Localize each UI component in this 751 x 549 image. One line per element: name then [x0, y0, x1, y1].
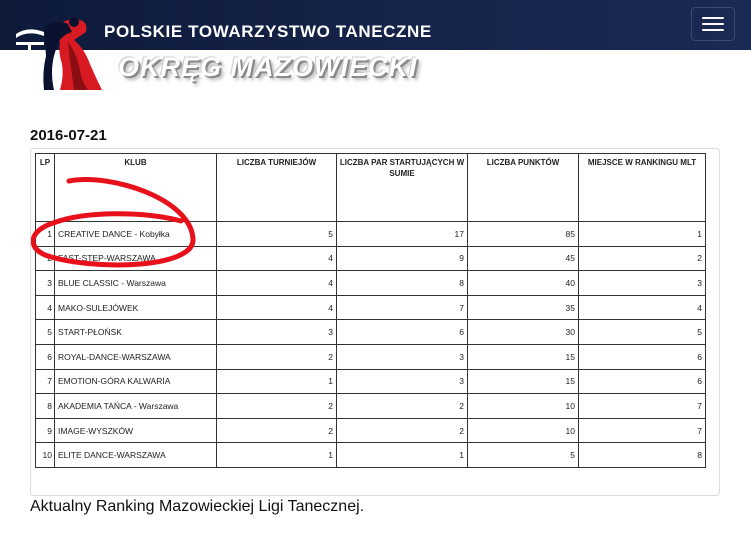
row-place: 6 — [578, 368, 706, 395]
column-header-place: MIEJSCE W RANKINGU MLT — [578, 153, 706, 222]
row-place: 6 — [578, 343, 706, 370]
row-lp: 5 — [35, 319, 55, 345]
row-pairs: 8 — [336, 270, 468, 296]
row-lp: 1 — [35, 221, 55, 247]
row-tournaments: 4 — [216, 270, 337, 296]
row-tournaments: 5 — [216, 221, 337, 247]
row-club: MAKO-SULEJÓWEK — [54, 294, 217, 321]
row-pairs: 3 — [336, 368, 468, 395]
row-pairs: 2 — [336, 393, 468, 419]
row-place: 5 — [578, 319, 706, 345]
row-points: 15 — [467, 343, 579, 370]
table-row: 1 CREATIVE DANCE - Kobyłka 5 17 85 1 — [35, 221, 706, 247]
table-row: 6 ROYAL-DANCE-WARSZAWA 2 3 15 6 — [35, 343, 706, 370]
table-row: 4 MAKO-SULEJÓWEK 4 7 35 4 — [35, 294, 706, 321]
region-name: OKRĘG MAZOWIECKI — [118, 52, 418, 82]
row-lp: 2 — [35, 245, 55, 272]
row-pairs: 1 — [336, 442, 468, 468]
row-points: 35 — [467, 294, 579, 321]
hamburger-icon-line — [702, 29, 724, 31]
table-row: 8 AKADEMIA TAŃCA - Warszawa 2 2 10 7 — [35, 393, 706, 419]
table-row: 7 EMOTION-GÓRA KALWARIA 1 3 15 6 — [35, 368, 706, 395]
row-lp: 8 — [35, 393, 55, 419]
row-club: BLUE CLASSIC - Warszawa — [54, 270, 217, 296]
row-club: START-PŁOŃSK — [54, 319, 217, 345]
column-header-points: LICZBA PUNKTÓW — [467, 153, 579, 222]
menu-toggle-button[interactable] — [691, 7, 735, 41]
row-place: 7 — [578, 393, 706, 419]
row-place: 3 — [578, 270, 706, 296]
row-club: FAST-STEP-WARSZAWA — [54, 245, 217, 272]
row-club: ROYAL-DANCE-WARSZAWA — [54, 343, 217, 370]
row-place: 4 — [578, 294, 706, 321]
row-points: 5 — [467, 442, 579, 468]
column-header-tournaments: LICZBA TURNIEJÓW — [216, 153, 337, 222]
column-header-lp: LP — [35, 153, 55, 222]
row-tournaments: 4 — [216, 294, 337, 321]
table-row: 10 ELITE DANCE-WARSZAWA 1 1 5 8 — [35, 442, 706, 468]
ranking-image: LP KLUB LICZBA TURNIEJÓW LICZBA PAR STAR… — [30, 148, 720, 496]
row-place: 7 — [578, 417, 706, 444]
column-header-club: KLUB — [54, 153, 217, 222]
row-points: 10 — [467, 417, 579, 444]
row-tournaments: 4 — [216, 245, 337, 272]
row-points: 15 — [467, 368, 579, 395]
post-date: 2016-07-21 — [30, 127, 107, 144]
row-tournaments: 1 — [216, 442, 337, 468]
row-pairs: 6 — [336, 319, 468, 345]
row-club: ELITE DANCE-WARSZAWA — [54, 442, 217, 468]
hamburger-icon-line — [702, 23, 724, 25]
table-row: 5 START-PŁOŃSK 3 6 30 5 — [35, 319, 706, 345]
column-header-pairs: LICZBA PAR STARTUJĄCYCH W SUMIE — [336, 153, 468, 222]
row-pairs: 9 — [336, 245, 468, 272]
row-pairs: 17 — [336, 221, 468, 247]
row-lp: 3 — [35, 270, 55, 296]
row-lp: 7 — [35, 368, 55, 395]
row-pairs: 2 — [336, 417, 468, 444]
table-row: 9 IMAGE-WYSZKÓW 2 2 10 7 — [35, 417, 706, 444]
ranking-header-row: LP KLUB LICZBA TURNIEJÓW LICZBA PAR STAR… — [35, 153, 706, 222]
row-points: 30 — [467, 319, 579, 345]
row-points: 85 — [467, 221, 579, 247]
row-lp: 4 — [35, 294, 55, 321]
row-points: 10 — [467, 393, 579, 419]
row-lp: 9 — [35, 417, 55, 444]
org-name: POLSKIE TOWARZYSTWO TANECZNE — [104, 22, 432, 41]
site-logo[interactable]: POLSKIE TOWARZYSTWO TANECZNE OKRĘG MAZOW… — [14, 12, 431, 96]
row-club: IMAGE-WYSZKÓW — [54, 417, 217, 444]
row-club: AKADEMIA TAŃCA - Warszawa — [54, 393, 217, 419]
row-points: 45 — [467, 245, 579, 272]
row-tournaments: 1 — [216, 368, 337, 395]
table-row: 2 FAST-STEP-WARSZAWA 4 9 45 2 — [35, 245, 706, 272]
row-place: 2 — [578, 245, 706, 272]
row-tournaments: 2 — [216, 417, 337, 444]
table-row: 3 BLUE CLASSIC - Warszawa 4 8 40 3 — [35, 270, 706, 296]
row-lp: 10 — [35, 442, 55, 468]
hamburger-icon-line — [702, 17, 724, 19]
dancers-logo-icon — [14, 17, 102, 90]
row-tournaments: 3 — [216, 319, 337, 345]
row-place: 8 — [578, 442, 706, 468]
row-pairs: 3 — [336, 343, 468, 370]
row-place: 1 — [578, 221, 706, 247]
ranking-table: LP KLUB LICZBA TURNIEJÓW LICZBA PAR STAR… — [35, 153, 706, 468]
row-tournaments: 2 — [216, 393, 337, 419]
row-pairs: 7 — [336, 294, 468, 321]
row-club: EMOTION-GÓRA KALWARIA — [54, 368, 217, 395]
row-lp: 6 — [35, 343, 55, 370]
row-tournaments: 2 — [216, 343, 337, 370]
post-caption: Aktualny Ranking Mazowieckiej Ligi Tanec… — [30, 498, 365, 515]
row-club: CREATIVE DANCE - Kobyłka — [54, 221, 217, 247]
row-points: 40 — [467, 270, 579, 296]
